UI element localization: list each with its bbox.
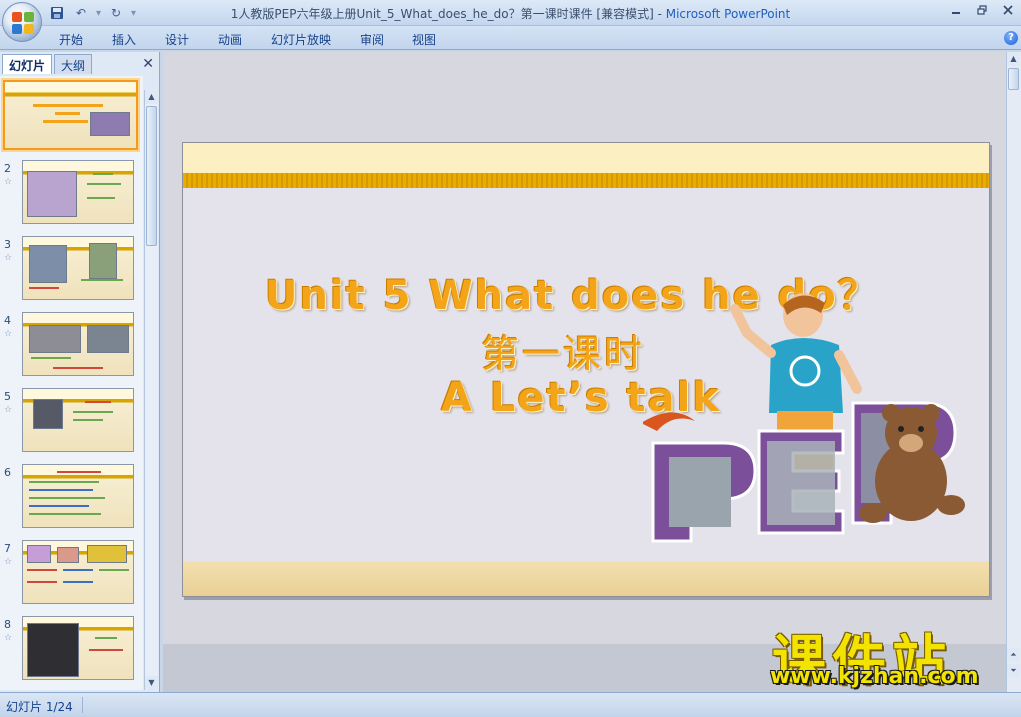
slide-number: 3 — [4, 238, 11, 251]
close-icon[interactable] — [995, 0, 1021, 20]
scroll-down-icon[interactable]: ▼ — [145, 676, 158, 690]
window-title: 1人教版PEP六年级上册Unit_5_What_does_he_do？第一课时课… — [0, 5, 1021, 22]
scrollbar-thumb[interactable] — [146, 106, 157, 246]
tab-review[interactable]: 审阅 — [360, 31, 384, 48]
animation-star-icon: ☆ — [4, 177, 13, 187]
ribbon-tab-bar: 开始 插入 设计 动画 幻灯片放映 审阅 视图 ? — [0, 26, 1021, 50]
tab-outline[interactable]: 大纲 — [54, 54, 93, 74]
slide-thumbnail[interactable]: 6 — [0, 464, 143, 532]
thumbnail-image — [22, 464, 134, 528]
slide-thumbnail[interactable]: 7 ☆ — [0, 540, 143, 608]
slide-number: 6 — [4, 466, 11, 479]
restore-icon[interactable] — [969, 0, 995, 20]
slide-thumbnail[interactable] — [0, 80, 143, 150]
slide-thumbnail[interactable]: 5 ☆ — [0, 388, 143, 456]
slide-thumbnail[interactable]: 3 ☆ — [0, 236, 143, 304]
tab-insert[interactable]: 插入 — [112, 31, 136, 48]
thumbnail-image — [22, 160, 134, 224]
slide-number: 7 — [4, 542, 11, 555]
app-name: Microsoft PowerPoint — [665, 7, 791, 21]
slides-panel: 幻灯片 大纲 ✕ 2 ☆ 3 ☆ 4 ☆ 5 ☆ 6 7 ☆ 8 ☆ ▲ ▼ — [0, 52, 160, 692]
watermark-url: www.kjzhan.com — [770, 664, 979, 689]
animation-star-icon: ☆ — [4, 405, 13, 415]
animation-star-icon: ☆ — [4, 253, 13, 263]
status-divider — [82, 697, 83, 713]
slide-number: 2 — [4, 162, 11, 175]
site-watermark: 课件站 www.kjzhan.com — [768, 616, 1008, 696]
tab-design[interactable]: 设计 — [165, 31, 189, 48]
minimize-icon[interactable] — [943, 0, 969, 20]
slide-thumbnail[interactable]: 4 ☆ — [0, 312, 143, 380]
powerpoint-window: ↶ ▾ ↻ ▾ 1人教版PEP六年级上册Unit_5_What_does_he_… — [0, 0, 1021, 717]
animation-star-icon: ☆ — [4, 557, 13, 567]
tab-animations[interactable]: 动画 — [218, 31, 242, 48]
scroll-up-icon[interactable]: ▲ — [145, 90, 158, 104]
animation-star-icon: ☆ — [4, 329, 13, 339]
thumbnail-image — [22, 616, 134, 680]
scrollbar-thumb[interactable] — [1008, 68, 1019, 90]
slide-number: 8 — [4, 618, 11, 631]
thumbnail-image — [22, 236, 134, 300]
tab-slides[interactable]: 幻灯片 — [2, 54, 53, 74]
tab-slideshow[interactable]: 幻灯片放映 — [271, 31, 331, 48]
current-slide[interactable]: Unit 5 What does he do？ 第一课时 A Let’s tal… — [182, 142, 990, 597]
panel-tabs: 幻灯片 大纲 ✕ — [0, 54, 160, 74]
slide-bottom-band — [183, 561, 989, 596]
document-title: 1人教版PEP六年级上册Unit_5_What_does_he_do？第一课时课… — [230, 7, 666, 21]
slide-title-chinese[interactable]: 第一课时 — [481, 323, 645, 378]
animation-star-icon: ☆ — [4, 633, 13, 643]
office-button[interactable] — [2, 2, 42, 42]
thumbnail-image — [22, 312, 134, 376]
status-bar: 幻灯片 1/24 — [0, 692, 1021, 717]
window-controls — [943, 0, 1021, 20]
close-icon[interactable]: ✕ — [142, 56, 154, 72]
thumbnail-image — [22, 388, 134, 452]
title-bar: ↶ ▾ ↻ ▾ 1人教版PEP六年级上册Unit_5_What_does_he_… — [0, 0, 1021, 26]
tab-home[interactable]: 开始 — [59, 31, 83, 48]
scroll-up-icon[interactable]: ▲ — [1007, 52, 1020, 66]
thumbnail-image — [22, 540, 134, 604]
slide-counter: 幻灯片 1/24 — [6, 700, 73, 714]
slide-number: 5 — [4, 390, 11, 403]
slide-thumbnail-list: 2 ☆ 3 ☆ 4 ☆ 5 ☆ 6 7 ☆ 8 ☆ — [0, 76, 143, 690]
thumbnail-image — [3, 80, 138, 150]
help-icon[interactable]: ? — [1004, 31, 1018, 45]
thumbnail-scrollbar[interactable]: ▲ ▼ — [144, 90, 158, 690]
next-slide-icon[interactable]: ⏷ — [1007, 664, 1020, 678]
previous-slide-icon[interactable]: ⏶ — [1007, 648, 1020, 662]
slide-stripe — [183, 173, 989, 188]
slide-thumbnail[interactable]: 8 ☆ — [0, 616, 143, 684]
slide-scrollbar[interactable]: ▲ ⏶ ⏷ — [1006, 52, 1021, 692]
slide-number: 4 — [4, 314, 11, 327]
office-logo-icon — [12, 12, 34, 34]
pep-illustration[interactable] — [643, 293, 988, 553]
tab-view[interactable]: 视图 — [412, 31, 436, 48]
slide-top-band — [183, 143, 989, 173]
slide-thumbnail[interactable]: 2 ☆ — [0, 160, 143, 228]
